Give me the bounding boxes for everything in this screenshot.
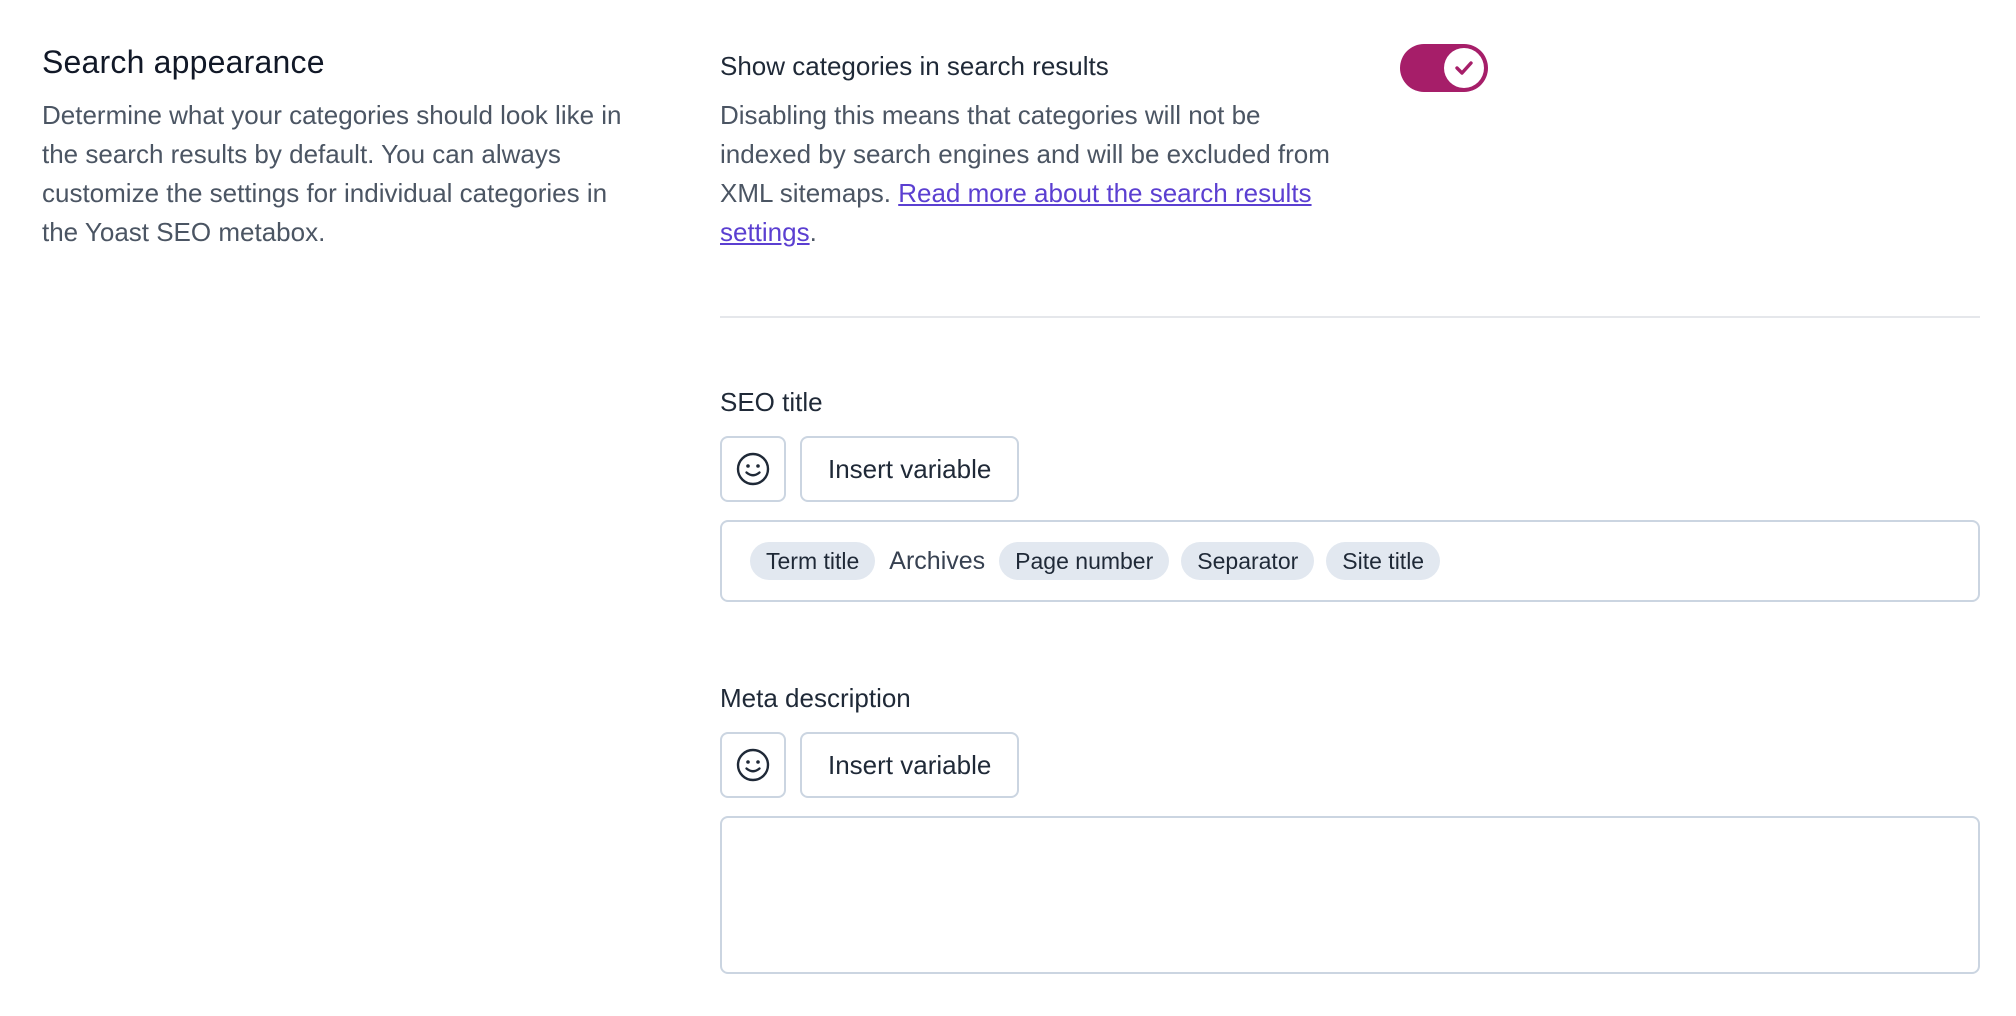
- seo-title-toolbar: Insert variable: [720, 436, 1980, 502]
- variable-chip-page-number: Page number: [999, 542, 1170, 580]
- meta-description-insert-variable-button[interactable]: Insert variable: [800, 732, 1020, 798]
- seo-title-input[interactable]: Term title Archives Page number Separato…: [720, 520, 1980, 602]
- toggle-knob: [1444, 48, 1484, 88]
- seo-title-field: SEO title Insert variable Term title Arc…: [720, 384, 1980, 602]
- toggle-label: Show categories in search results: [720, 51, 1109, 81]
- title-text-archives: Archives: [889, 546, 986, 575]
- smiley-icon: [736, 452, 770, 486]
- settings-page: Search appearance Determine what your ca…: [0, 0, 2016, 1016]
- variable-chip-separator: Separator: [1181, 542, 1315, 580]
- smiley-icon: [736, 748, 770, 782]
- meta-description-input[interactable]: [720, 816, 1980, 974]
- settings-form: Show categories in search results Disabl…: [720, 44, 1980, 974]
- meta-description-label: Meta description: [720, 683, 911, 713]
- toggle-description-suffix: .: [809, 217, 817, 247]
- divider: [720, 316, 1980, 318]
- section-description: Determine what your categories should lo…: [42, 100, 622, 247]
- variable-chip-term-title: Term title: [750, 542, 876, 580]
- check-icon: [1455, 61, 1473, 75]
- section-title: Search appearance: [42, 44, 325, 80]
- seo-title-emoji-button[interactable]: [720, 436, 786, 502]
- show-in-search-row: Show categories in search results: [720, 44, 1980, 92]
- meta-description-toolbar: Insert variable: [720, 732, 1980, 798]
- section-intro: Search appearance Determine what your ca…: [42, 40, 642, 252]
- show-in-search-toggle[interactable]: [1400, 44, 1488, 92]
- seo-title-insert-variable-button[interactable]: Insert variable: [800, 436, 1020, 502]
- meta-description-emoji-button[interactable]: [720, 732, 786, 798]
- variable-chip-site-title: Site title: [1326, 542, 1441, 580]
- toggle-description: Disabling this means that categories wil…: [720, 96, 1330, 252]
- seo-title-label: SEO title: [720, 387, 823, 417]
- meta-description-field: Meta description Insert variable: [720, 680, 1980, 974]
